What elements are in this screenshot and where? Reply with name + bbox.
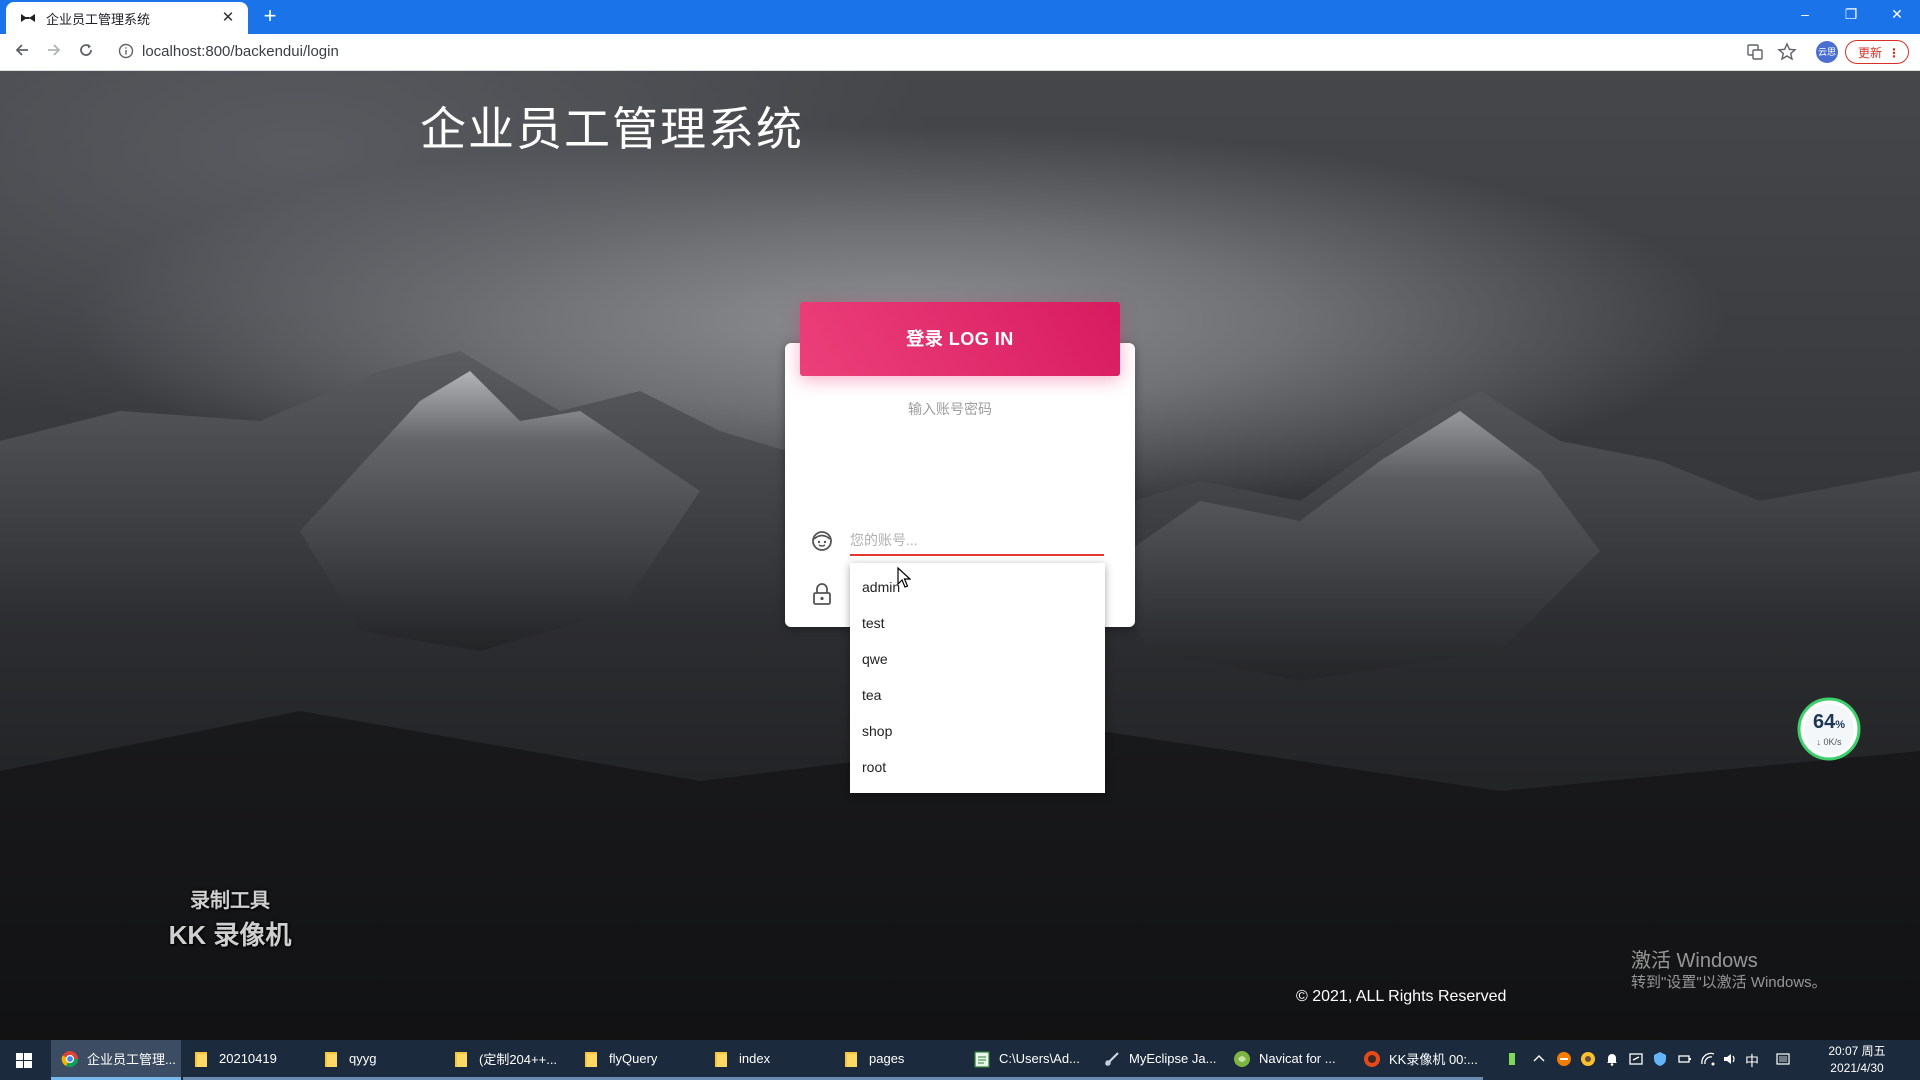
taskbar-label: (定制204++... [479, 1052, 558, 1067]
autocomplete-option-shop[interactable]: shop [862, 723, 892, 739]
tab-title: 企业员工管理系统 [46, 11, 151, 27]
taskbar-item-chrome[interactable]: 企业员工管理... [51, 1040, 181, 1080]
folder-icon [585, 1051, 597, 1067]
lock-icon [813, 583, 831, 605]
taskbar-item-folder-custom[interactable]: (定制204++... [443, 1040, 573, 1080]
taskbar-item-folder-index[interactable]: index [703, 1040, 833, 1080]
network-speed-gauge[interactable]: 64% ↓ 0K/s [1797, 697, 1861, 761]
minimize-button[interactable]: – [1782, 0, 1828, 30]
update-label: 更新 [1858, 46, 1883, 60]
taskbar-label: flyQuery [609, 1051, 658, 1066]
copyright-text: © 2021, ALL Rights Reserved [1296, 988, 1507, 1005]
taskbar-item-folder-qyyg[interactable]: qyyg [313, 1040, 443, 1080]
taskbar-item-kk-recorder[interactable]: KK录像机 00:... [1353, 1040, 1483, 1080]
recorder-watermark: 录制工具 KK 录像机 [164, 884, 296, 952]
windows-taskbar: 企业员工管理... 20210419 qyyg (定制204++... flyQ… [0, 1040, 1920, 1080]
menu-dots-icon: ⋮ [1888, 46, 1900, 60]
tab-close-icon[interactable]: ✕ [220, 10, 236, 26]
username-input[interactable] [850, 528, 1104, 556]
login-card-header: 登录 LOG IN [800, 302, 1120, 376]
gauge-percent-unit: % [1835, 719, 1846, 731]
volume-icon[interactable] [1722, 1051, 1738, 1067]
restore-button[interactable]: ❐ [1828, 0, 1874, 30]
tray-app-orange-icon[interactable] [1556, 1051, 1572, 1067]
gauge-percent-value: 64 [1812, 711, 1836, 733]
profile-avatar[interactable]: 云思 [1816, 41, 1838, 63]
watermark-line2: KK 录像机 [168, 920, 292, 950]
taskbar-item-myeclipse[interactable]: MyEclipse Ja... [1093, 1040, 1223, 1080]
login-subtitle: 输入账号密码 [908, 401, 992, 417]
gauge-speed: ↓ 0K/s [1816, 737, 1842, 747]
taskbar-label: MyEclipse Ja... [1129, 1051, 1217, 1066]
taskbar-label: 企业员工管理... [87, 1052, 176, 1067]
autocomplete-option-root[interactable]: root [862, 759, 886, 775]
browser-titlebar: 企业员工管理系统 ✕ + – ❐ ✕ [0, 0, 1920, 34]
notification-bell-icon[interactable] [1604, 1051, 1620, 1067]
windows-start-icon[interactable] [0, 1040, 48, 1080]
show-hidden-icons-chevron-icon[interactable] [1531, 1051, 1547, 1067]
autocomplete-option-tea[interactable]: tea [862, 687, 881, 703]
update-button[interactable]: 更新 ⋮ [1845, 40, 1909, 64]
navicat-icon [1234, 1050, 1250, 1067]
activate-windows-subtitle: 转到"设置"以激活 Windows。 [1631, 974, 1827, 991]
folder-icon [715, 1051, 727, 1067]
browser-toolbar: localhost:800/backendui/login 云思 更新 ⋮ [0, 34, 1920, 71]
window-capture-icon[interactable] [1628, 1051, 1644, 1067]
taskbar-label: Navicat for ... [1259, 1051, 1336, 1066]
ime-indicator[interactable]: 中 [1745, 1051, 1759, 1071]
taskbar-label: KK录像机 00:... [1389, 1052, 1478, 1067]
mouse-cursor-icon [897, 567, 911, 588]
window-close-button[interactable]: ✕ [1874, 0, 1920, 30]
notepad-icon [974, 1050, 990, 1068]
taskbar-label: pages [869, 1051, 905, 1066]
autocomplete-option-test[interactable]: test [862, 615, 885, 631]
bookmark-star-icon[interactable] [1777, 42, 1797, 62]
power-plug-icon[interactable] [1676, 1051, 1692, 1067]
tray-app-yellow-icon[interactable] [1580, 1051, 1596, 1067]
tab-favicon-icon [21, 14, 35, 22]
forward-button[interactable] [42, 40, 66, 64]
taskbar-label: qyyg [349, 1051, 377, 1066]
gauge-percent: 64% [1797, 711, 1861, 734]
folder-icon [455, 1051, 467, 1067]
chrome-icon [61, 1050, 79, 1067]
back-arrow-icon [15, 44, 28, 56]
activate-windows-title: 激活 Windows [1631, 950, 1758, 972]
address-bar[interactable]: localhost:800/backendui/login [142, 43, 339, 60]
taskbar-label: C:\Users\Ad... [999, 1051, 1080, 1066]
reload-icon [80, 44, 92, 56]
clock-date: 2021/4/30 [1830, 1061, 1884, 1075]
battery-icon[interactable] [1504, 1051, 1520, 1067]
taskbar-item-folder-20210419[interactable]: 20210419 [183, 1040, 313, 1080]
folder-icon [845, 1051, 857, 1067]
taskbar-item-notepad[interactable]: C:\Users\Ad... [963, 1040, 1093, 1080]
taskbar-item-folder-pages[interactable]: pages [833, 1040, 963, 1080]
autocomplete-dropdown: admin test qwe tea shop root [850, 563, 1105, 793]
face-icon [812, 531, 832, 551]
back-button[interactable] [10, 40, 34, 64]
reload-button[interactable] [74, 40, 98, 64]
clock-time: 20:07 周五 [1828, 1044, 1886, 1058]
translate-icon[interactable] [1745, 42, 1765, 62]
browser-tab[interactable]: 企业员工管理系统 ✕ [6, 2, 248, 34]
autocomplete-option-qwe[interactable]: qwe [862, 651, 888, 667]
wifi-icon[interactable] [1700, 1051, 1716, 1067]
watermark-line1: 录制工具 [190, 890, 270, 912]
taskbar-label: 20210419 [219, 1051, 277, 1066]
myeclipse-icon [1105, 1051, 1119, 1066]
site-info-icon[interactable] [118, 43, 134, 59]
forward-arrow-icon [48, 44, 61, 56]
kk-recorder-icon [1364, 1050, 1380, 1067]
taskbar-item-navicat[interactable]: Navicat for ... [1223, 1040, 1353, 1080]
shield-icon[interactable] [1652, 1051, 1668, 1067]
taskbar-item-folder-flyquery[interactable]: flyQuery [573, 1040, 703, 1080]
folder-icon [195, 1051, 207, 1067]
folder-icon [325, 1051, 337, 1067]
page-title: 企业员工管理系统 [420, 102, 804, 156]
new-tab-button[interactable]: + [260, 5, 280, 27]
system-clock[interactable]: 20:07 周五 2021/4/30 [1814, 1043, 1900, 1077]
autocomplete-option-admin[interactable]: admin [862, 579, 900, 595]
taskbar-label: index [739, 1051, 771, 1066]
keyboard-icon[interactable] [1775, 1051, 1791, 1067]
